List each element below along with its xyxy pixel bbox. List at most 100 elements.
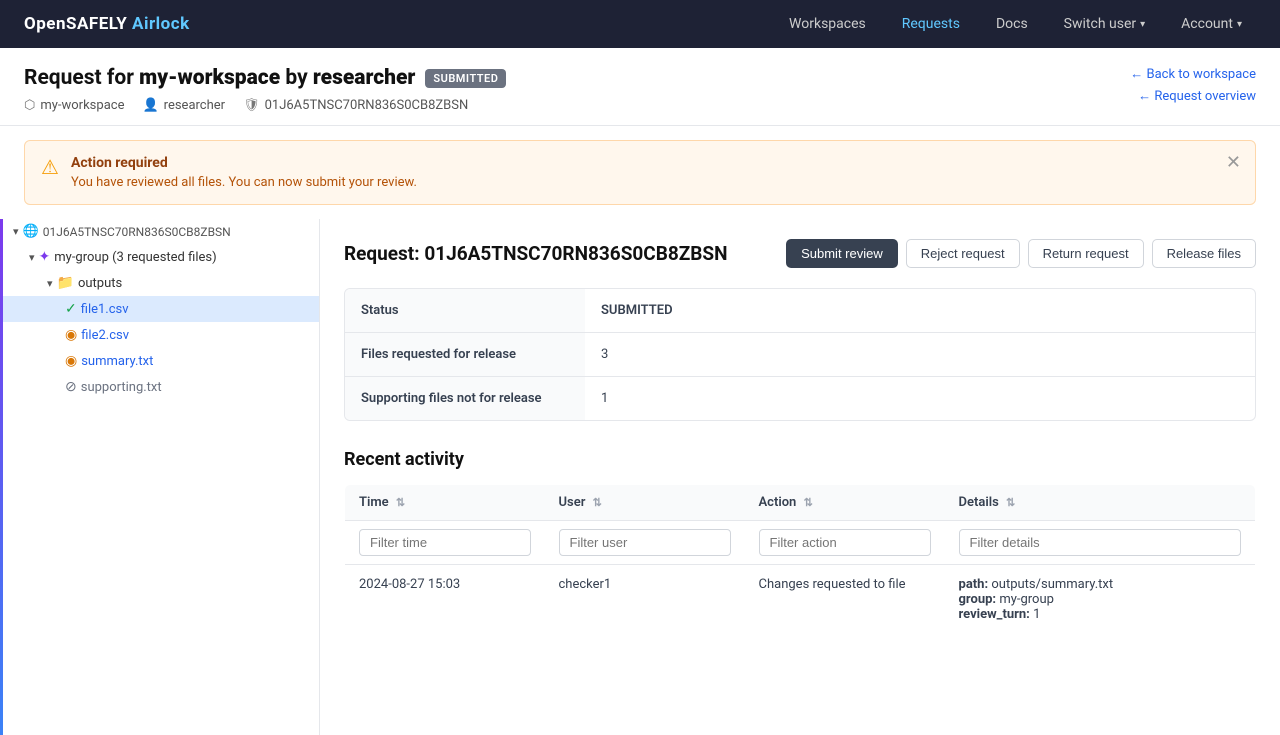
sort-action-icon: ⇅ [804,496,813,509]
page-actions: ← Back to workspace ← Request overview [1130,66,1256,104]
tree-toggle-outputs[interactable]: ▾ [47,277,53,290]
nav-workspaces[interactable]: Workspaces [775,8,880,40]
filter-time-input[interactable] [359,529,531,556]
info-label-files: Files requested for release [345,333,585,376]
title-prefix: Request for my-workspace by researcher [24,66,415,90]
switch-user-chevron-icon: ▾ [1140,19,1145,30]
activity-details-0: path: outputs/summary.txt group: my-grou… [945,565,1256,635]
filter-details-input[interactable] [959,529,1242,556]
release-files-button[interactable]: Release files [1152,239,1256,268]
globe-icon: 🌐 [23,224,39,239]
info-table: Status SUBMITTED Files requested for rel… [344,288,1256,421]
request-id-value: 01J6A5TNSC70RN836S0CB8ZBSN [265,98,469,113]
col-action[interactable]: Action ⇅ [745,485,945,521]
tree-label-summary: summary.txt [81,354,153,369]
account-chevron-icon: ▾ [1237,19,1242,30]
tree-toggle-group[interactable]: ▾ [29,251,35,264]
info-value-supporting: 1 [585,377,624,420]
return-request-button[interactable]: Return request [1028,239,1144,268]
file-review-icon-2: ◉ [65,327,77,343]
main-content: ▾ 🌐 01J6A5TNSC70RN836S0CB8ZBSN ▾ ✦ my-gr… [0,219,1280,735]
recent-activity-title: Recent activity [344,449,1256,470]
col-details[interactable]: Details ⇅ [945,485,1256,521]
tree-item-file1[interactable]: ✓ file1.csv [3,296,319,322]
alert-close-button[interactable]: ✕ [1226,153,1241,171]
tree-label-supporting: supporting.txt [81,380,162,395]
action-buttons: Submit review Reject request Return requ… [786,239,1256,268]
col-time[interactable]: Time ⇅ [345,485,545,521]
review-turn-label: review_turn: [959,607,1030,622]
navbar: Open SAFELY Airlock Workspaces Requests … [0,0,1280,48]
request-id-icon: 🛡 [243,98,260,113]
detail-path: path: outputs/summary.txt [959,577,1242,592]
filter-action-input[interactable] [759,529,931,556]
tree-label-group: my-group (3 requested files) [54,250,216,265]
group-value: my-group [999,592,1054,607]
switch-user-dropdown[interactable]: Switch user ▾ [1050,8,1159,40]
brand-airlock: Airlock [132,14,190,34]
brand: Open SAFELY Airlock [24,14,190,34]
tree-item-summary[interactable]: ◉ summary.txt [3,348,319,374]
activity-time-0: 2024-08-27 15:03 [345,565,545,635]
filter-user-cell [545,521,745,565]
info-row-supporting: Supporting files not for release 1 [345,377,1255,420]
sort-details-icon: ⇅ [1006,496,1015,509]
filter-user-input[interactable] [559,529,731,556]
filter-time-cell [345,521,545,565]
reject-request-button[interactable]: Reject request [906,239,1020,268]
status-badge: SUBMITTED [425,69,506,88]
sidebar-accent-bar [0,219,3,735]
alert-title: Action required [71,155,417,171]
page-meta: ⬡ my-workspace 👤 researcher 🛡 01J6A5TNSC… [24,98,506,113]
filter-action-cell [745,521,945,565]
content-panel: Request: 01J6A5TNSC70RN836S0CB8ZBSN Subm… [320,219,1280,735]
submit-review-button[interactable]: Submit review [786,239,898,268]
account-label: Account [1181,16,1233,32]
alert-banner: ⚠ Action required You have reviewed all … [24,140,1256,205]
brand-safely: SAFELY [66,14,127,34]
nav-docs[interactable]: Docs [982,8,1042,40]
path-value: outputs/summary.txt [991,577,1113,592]
group-label: group: [959,592,997,607]
filter-row [345,521,1256,565]
file-check-icon: ✓ [65,301,77,317]
request-title: Request: 01J6A5TNSC70RN836S0CB8ZBSN [344,242,728,265]
tree-item-file2[interactable]: ◉ file2.csv [3,322,319,348]
request-overview-link[interactable]: ← Request overview [1138,88,1256,104]
tree-item-supporting[interactable]: ⊘ supporting.txt [3,374,319,400]
activity-row-0: 2024-08-27 15:03 checker1 Changes reques… [345,565,1256,635]
page-title: Request for my-workspace by researcher S… [24,66,506,90]
tree-item-outputs[interactable]: ▾ 📁 outputs [3,270,319,296]
col-user[interactable]: User ⇅ [545,485,745,521]
tree-label-file2: file2.csv [81,328,129,343]
account-dropdown[interactable]: Account ▾ [1167,8,1256,40]
info-label-status: Status [345,289,585,332]
tree-label-file1: file1.csv [81,302,129,317]
workspace-name: my-workspace [40,98,124,113]
folder-icon: 📁 [57,275,74,291]
filter-details-cell [945,521,1256,565]
page-header: Request for my-workspace by researcher S… [0,48,1280,126]
request-header: Request: 01J6A5TNSC70RN836S0CB8ZBSN Subm… [344,239,1256,268]
tree-item-root[interactable]: ▾ 🌐 01J6A5TNSC70RN836S0CB8ZBSN [3,219,319,244]
back-to-workspace-link[interactable]: ← Back to workspace [1130,66,1256,82]
meta-request-id: 🛡 01J6A5TNSC70RN836S0CB8ZBSN [243,98,468,113]
workspace-icon: ⬡ [24,98,35,113]
sidebar: ▾ 🌐 01J6A5TNSC70RN836S0CB8ZBSN ▾ ✦ my-gr… [0,219,320,735]
meta-workspace: ⬡ my-workspace [24,98,124,113]
nav-requests[interactable]: Requests [888,8,974,40]
detail-group: group: my-group [959,592,1242,607]
info-row-status: Status SUBMITTED [345,289,1255,333]
review-turn-value: 1 [1033,607,1040,622]
path-label: path: [959,577,989,592]
file-review-icon-3: ◉ [65,353,77,369]
activity-header-row: Time ⇅ User ⇅ Action ⇅ Details ⇅ [345,485,1256,521]
tree-label-root: 01J6A5TNSC70RN836S0CB8ZBSN [43,225,231,239]
meta-user: 👤 researcher [142,98,225,113]
tree-item-group[interactable]: ▾ ✦ my-group (3 requested files) [3,244,319,270]
activity-table: Time ⇅ User ⇅ Action ⇅ Details ⇅ [344,484,1256,635]
info-value-files: 3 [585,333,624,376]
alert-content: Action required You have reviewed all fi… [71,155,417,190]
detail-review-turn: review_turn: 1 [959,607,1242,622]
tree-toggle-root[interactable]: ▾ [13,225,19,238]
